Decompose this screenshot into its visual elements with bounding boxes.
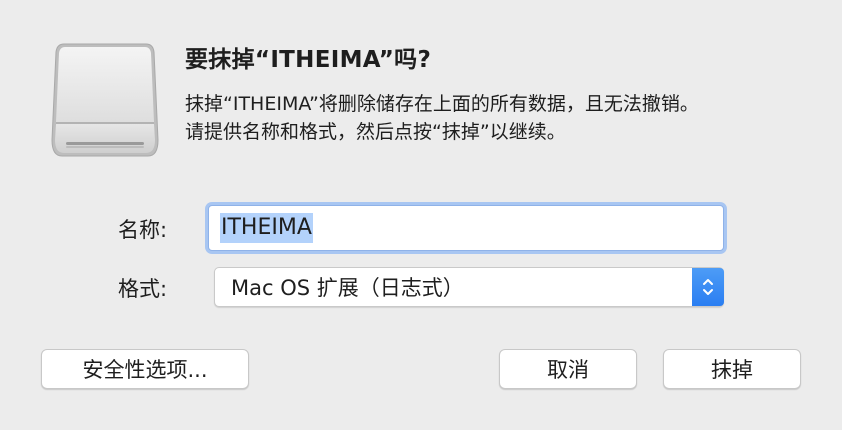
dialog-title: 要抹掉“ITHEIMA”吗? (185, 47, 432, 73)
name-input[interactable]: ITHEIMA (208, 205, 724, 251)
name-label: 名称: (118, 218, 168, 242)
up-down-chevron-icon[interactable] (692, 268, 724, 306)
format-select[interactable]: Mac OS 扩展（日志式） (214, 267, 724, 307)
format-label: 格式: (118, 277, 168, 301)
erase-dialog: 要抹掉“ITHEIMA”吗? 抹掉“ITHEIMA”将删除储存在上面的所有数据，… (0, 0, 842, 430)
message-line-2: 请提供名称和格式，然后点按“抹掉”以继续。 (185, 121, 566, 143)
message-line-1: 抹掉“ITHEIMA”将删除储存在上面的所有数据，且无法撤销。 (185, 93, 699, 115)
dialog-message: 抹掉“ITHEIMA”将删除储存在上面的所有数据，且无法撤销。 请提供名称和格式… (185, 90, 699, 146)
cancel-button[interactable]: 取消 (499, 349, 637, 389)
external-drive-icon (50, 42, 160, 160)
erase-button[interactable]: 抹掉 (663, 349, 801, 389)
security-options-button[interactable]: 安全性选项... (41, 349, 249, 389)
name-input-value[interactable]: ITHEIMA (220, 213, 313, 243)
format-select-value[interactable]: Mac OS 扩展（日志式） (215, 272, 692, 302)
